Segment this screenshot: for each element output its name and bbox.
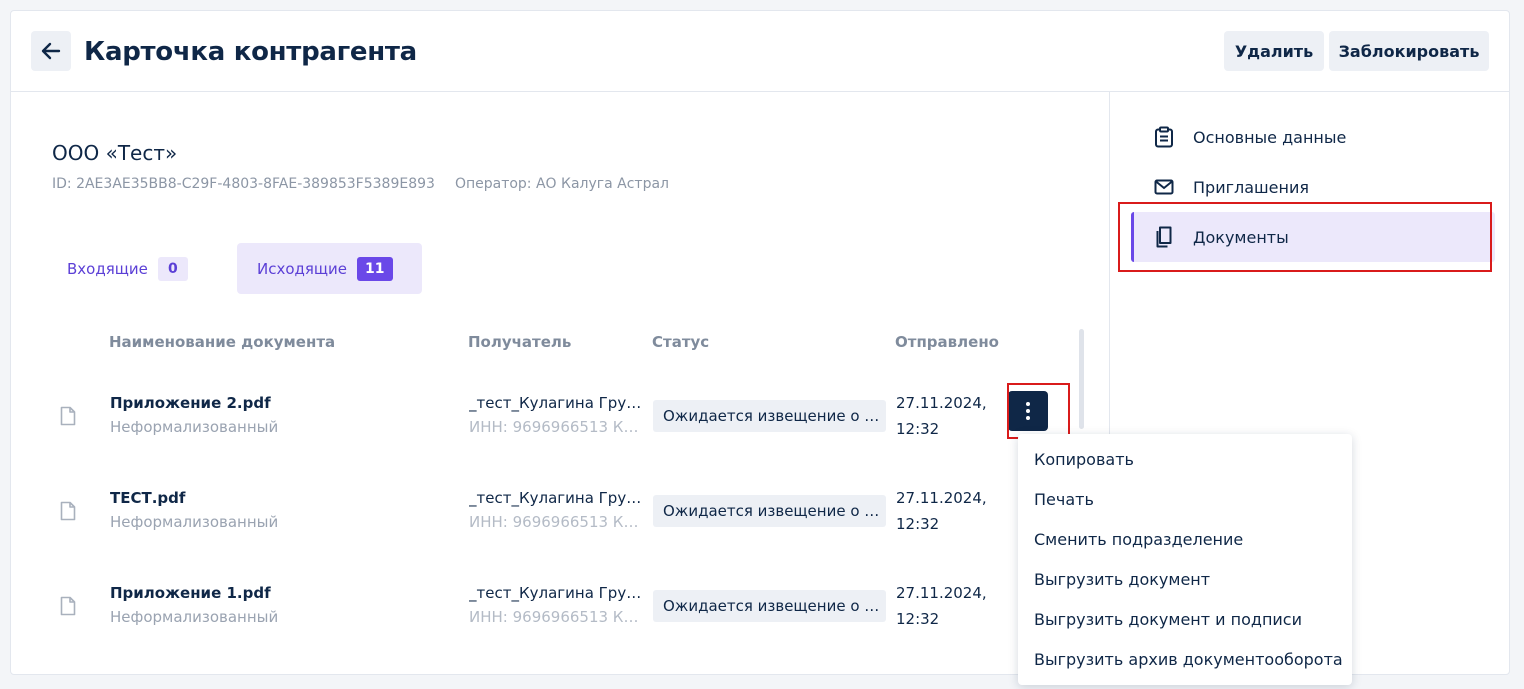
column-header-status[interactable]: Статус [652,333,709,351]
sent-date: 27.11.2024, [896,394,987,412]
recipient-name: _тест_Кулагина Группа [469,584,647,602]
page-header: Карточка контрагента Удалить Заблокирова… [11,11,1509,92]
sidebar-item-label: Приглашения [1193,177,1309,197]
recipient-name: _тест_Кулагина Группа [469,489,647,507]
arrow-left-icon [41,42,61,60]
recipient-inn: ИНН: 9696966513 КПП [469,608,639,626]
status-badge: Ожидается извещение о получении [653,400,886,432]
column-header-recipient[interactable]: Получатель [468,333,571,351]
tab-outgoing-label: Исходящие [257,259,348,278]
sent-time: 12:32 [896,515,940,533]
table-row[interactable]: Приложение 1.pdf Неформализованный _тест… [51,566,1091,661]
tab-outgoing[interactable]: Исходящие 11 [237,243,422,294]
sent-date: 27.11.2024, [896,584,987,602]
tab-outgoing-count: 11 [357,256,393,281]
column-header-document-name[interactable]: Наименование документа [109,333,335,351]
status-badge: Ожидается извещение о получении [653,590,886,622]
tab-incoming-count: 0 [157,256,188,281]
menu-item-export-document[interactable]: Выгрузить документ [1018,560,1352,600]
company-operator: Оператор: АО Калуга Астрал [454,176,669,192]
table-row[interactable]: Приложение 2.pdf Неформализованный _тест… [51,376,1091,471]
clipboard-icon [1153,126,1175,148]
sidebar-item-label: Основные данные [1193,127,1347,147]
sent-datetime: 27.11.2024, 12:32 [896,580,996,632]
sent-time: 12:32 [896,610,940,628]
highlight-frame-documents [1118,202,1492,272]
document-name[interactable]: Приложение 2.pdf [110,394,271,412]
company-name: ООО «Тест» [52,141,178,165]
sent-date: 27.11.2024, [896,489,987,507]
tab-incoming[interactable]: Входящие 0 [51,243,211,294]
menu-item-export-document-signatures[interactable]: Выгрузить документ и подписи [1018,600,1352,640]
column-header-sent[interactable]: Отправлено [895,333,999,351]
recipient-inn: ИНН: 9696966513 КПП [469,513,639,531]
back-button[interactable] [31,31,71,71]
document-name[interactable]: Приложение 1.pdf [110,584,271,602]
menu-item-export-archive[interactable]: Выгрузить архив документооборота [1018,640,1352,680]
sent-datetime: 27.11.2024, 12:32 [896,390,996,442]
sent-time: 12:32 [896,420,940,438]
document-name[interactable]: ТЕСТ.pdf [110,489,185,507]
highlight-frame-actions [1007,383,1070,439]
recipient-name: _тест_Кулагина Группа [469,394,647,412]
document-type: Неформализованный [110,513,279,531]
document-type: Неформализованный [110,608,279,626]
file-icon [60,596,76,616]
sidebar-item-main-data[interactable]: Основные данные [1131,112,1495,162]
file-icon [60,501,76,521]
recipient-inn: ИНН: 9696966513 КПП [469,418,639,436]
delete-button[interactable]: Удалить [1224,31,1324,71]
context-menu: Копировать Печать Сменить подразделение … [1018,434,1352,685]
file-icon [60,406,76,426]
menu-item-change-department[interactable]: Сменить подразделение [1018,520,1352,560]
company-id: ID: 2AE3AE35BB8-C29F-4803-8FAE-389853F53… [52,176,435,192]
page-title: Карточка контрагента [84,37,417,67]
document-type: Неформализованный [110,418,279,436]
status-badge: Ожидается извещение о получении [653,495,886,527]
table-row[interactable]: ТЕСТ.pdf Неформализованный _тест_Кулагин… [51,471,1091,566]
company-meta: ID: 2AE3AE35BB8-C29F-4803-8FAE-389853F53… [52,176,669,192]
sent-datetime: 27.11.2024, 12:32 [896,485,996,537]
envelope-icon [1153,176,1175,198]
menu-item-copy[interactable]: Копировать [1018,440,1352,480]
tab-incoming-label: Входящие [67,259,148,278]
menu-item-print[interactable]: Печать [1018,480,1352,520]
block-button[interactable]: Заблокировать [1329,31,1489,71]
